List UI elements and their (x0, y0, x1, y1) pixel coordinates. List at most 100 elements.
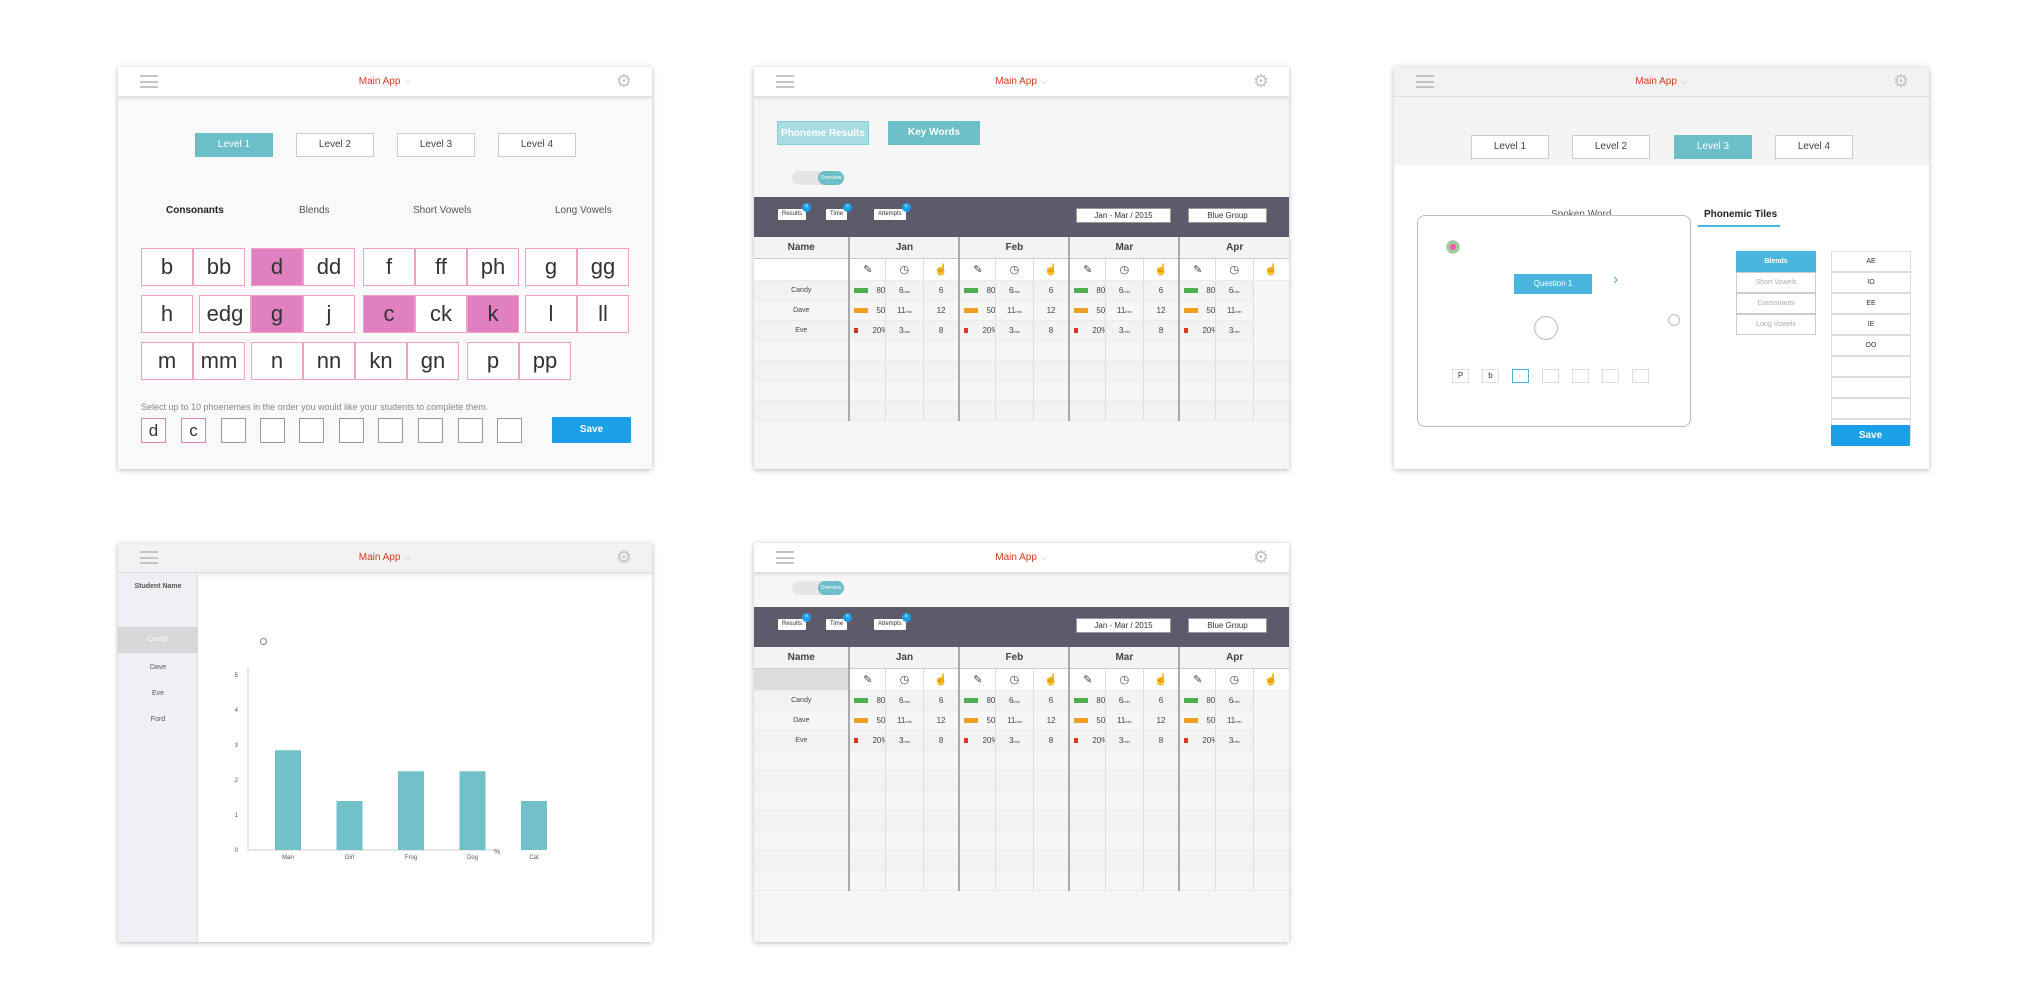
vowel-option[interactable] (1831, 356, 1911, 377)
phoneme-tile[interactable]: f (363, 248, 415, 286)
phoneme-slot[interactable] (418, 418, 443, 443)
phoneme-slot[interactable] (339, 418, 364, 443)
filter-chip-attempts[interactable]: Attempts × (874, 203, 911, 220)
tablet-tile[interactable] (1602, 369, 1619, 383)
tablet-tile[interactable] (1542, 369, 1559, 383)
vowel-option[interactable] (1831, 398, 1911, 419)
close-icon[interactable]: × (843, 203, 853, 212)
app-title[interactable]: Main App ⌵ (118, 76, 652, 87)
phoneme-slot[interactable]: c (181, 418, 206, 443)
filter-chip-attempts[interactable]: Attempts × (874, 613, 911, 630)
phoneme-tile[interactable]: nn (303, 342, 355, 380)
category-blends[interactable]: Blends (299, 205, 330, 216)
tablet-tile[interactable] (1632, 369, 1649, 383)
phoneme-tile[interactable]: j (303, 295, 355, 333)
phoneme-tile[interactable]: m (141, 342, 193, 380)
phoneme-tile[interactable]: edg (199, 295, 251, 333)
phoneme-tile[interactable]: pp (519, 342, 571, 380)
phoneme-tile[interactable]: mm (193, 342, 245, 380)
vowel-option[interactable] (1831, 377, 1911, 398)
tab-phonemic-tiles[interactable]: Phonemic Tiles (1704, 209, 1777, 220)
phoneme-tile[interactable]: gn (407, 342, 459, 380)
tablet-tile[interactable] (1512, 369, 1529, 383)
level-1-button[interactable]: Level 1 (1471, 135, 1549, 159)
phoneme-tile[interactable]: d (251, 248, 303, 286)
category-short-vowels[interactable]: Short Vowels (1736, 272, 1816, 293)
tablet-tile[interactable] (1572, 369, 1589, 383)
level-3-button[interactable]: Level 3 (1674, 135, 1752, 159)
phoneme-tile[interactable]: ck (415, 295, 467, 333)
phoneme-tile[interactable]: ll (577, 295, 629, 333)
overview-toggle[interactable]: Overview (792, 171, 844, 185)
phoneme-tile[interactable]: g (251, 295, 303, 333)
app-title[interactable]: Main App ⌵ (754, 552, 1289, 563)
level-4-button[interactable]: Level 4 (498, 133, 576, 157)
phoneme-tile[interactable]: h (141, 295, 193, 333)
close-icon[interactable]: × (901, 203, 911, 212)
tab-phoneme-results[interactable]: Phoneme Results (777, 121, 869, 145)
save-button[interactable]: Save (552, 417, 631, 443)
close-icon[interactable]: × (802, 613, 812, 622)
overview-toggle[interactable]: Overview (792, 581, 844, 595)
phoneme-slot[interactable] (299, 418, 324, 443)
phoneme-slot[interactable] (497, 418, 522, 443)
category-blends[interactable]: Blends (1736, 251, 1816, 272)
vowel-option[interactable]: IE (1831, 314, 1911, 335)
tablet-tile[interactable]: P (1452, 369, 1469, 383)
gear-icon[interactable]: ⚙ (616, 548, 632, 566)
phoneme-tile[interactable]: dd (303, 248, 355, 286)
gear-icon[interactable]: ⚙ (1253, 548, 1269, 566)
table-row[interactable]: Eve20%3min820%3min820%3min820%3min (754, 730, 1289, 751)
level-1-button[interactable]: Level 1 (195, 133, 273, 157)
question-button[interactable]: Question 1 (1514, 274, 1592, 294)
phoneme-slot[interactable] (378, 418, 403, 443)
phoneme-tile[interactable]: ff (415, 248, 467, 286)
date-range-button[interactable]: Jan - Mar / 2015 (1076, 618, 1171, 633)
student-item[interactable]: Ford (118, 716, 198, 723)
settings-icon[interactable] (1668, 314, 1680, 326)
category-long-vowels[interactable]: Long Vowels (555, 205, 612, 216)
category-consonants[interactable]: Consonants (1736, 293, 1816, 314)
category-long-vowels[interactable]: Long Vowels (1736, 314, 1816, 335)
filter-chip-time[interactable]: Time × (826, 613, 853, 630)
table-row[interactable]: Candy80%6min680%6min680%6min680%6min (754, 280, 1289, 301)
filter-chip-time[interactable]: Time × (826, 203, 853, 220)
phoneme-slot[interactable] (221, 418, 246, 443)
table-row[interactable]: Dave50%11min1250%11min1250%11min1250%11m… (754, 710, 1289, 731)
level-4-button[interactable]: Level 4 (1775, 135, 1853, 159)
gear-icon[interactable]: ⚙ (616, 72, 632, 90)
vowel-option[interactable]: OO (1831, 335, 1911, 356)
save-button[interactable]: Save (1831, 425, 1910, 446)
tablet-tile[interactable]: b (1482, 369, 1499, 383)
phoneme-tile[interactable]: kn (355, 342, 407, 380)
phoneme-slot[interactable]: d (141, 418, 166, 443)
app-title[interactable]: Main App ⌵ (118, 552, 652, 563)
date-range-button[interactable]: Jan - Mar / 2015 (1076, 208, 1171, 223)
table-row[interactable]: Eve20%3min820%3min820%3min820%3min (754, 320, 1289, 341)
phoneme-tile[interactable]: ph (467, 248, 519, 286)
level-2-button[interactable]: Level 2 (296, 133, 374, 157)
phoneme-tile[interactable]: bb (193, 248, 245, 286)
student-item[interactable]: Candy (118, 627, 198, 653)
phoneme-tile[interactable]: gg (577, 248, 629, 286)
filter-chip-results[interactable]: Results × (778, 613, 812, 630)
phoneme-slot[interactable] (458, 418, 483, 443)
category-consonants[interactable]: Consonants (166, 205, 224, 216)
record-button[interactable] (1534, 316, 1558, 340)
phoneme-tile[interactable]: c (363, 295, 415, 333)
vowel-option[interactable]: IO (1831, 272, 1911, 293)
student-item[interactable]: Dave (118, 664, 198, 671)
category-short-vowels[interactable]: Short Vowels (413, 205, 471, 216)
phoneme-tile[interactable]: l (525, 295, 577, 333)
close-icon[interactable]: × (802, 203, 812, 212)
table-row[interactable]: Candy80%6min680%6min680%6min680%6min (754, 690, 1289, 711)
phoneme-tile[interactable]: b (141, 248, 193, 286)
next-arrow-icon[interactable]: › (1613, 271, 1618, 289)
close-icon[interactable]: × (843, 613, 853, 622)
gear-icon[interactable]: ⚙ (1253, 72, 1269, 90)
phoneme-tile[interactable]: g (525, 248, 577, 286)
phoneme-tile[interactable]: p (467, 342, 519, 380)
phoneme-slot[interactable] (260, 418, 285, 443)
table-row[interactable]: Dave50%11min1250%11min1250%11min1250%11m… (754, 300, 1289, 321)
group-button[interactable]: Blue Group (1188, 618, 1267, 633)
